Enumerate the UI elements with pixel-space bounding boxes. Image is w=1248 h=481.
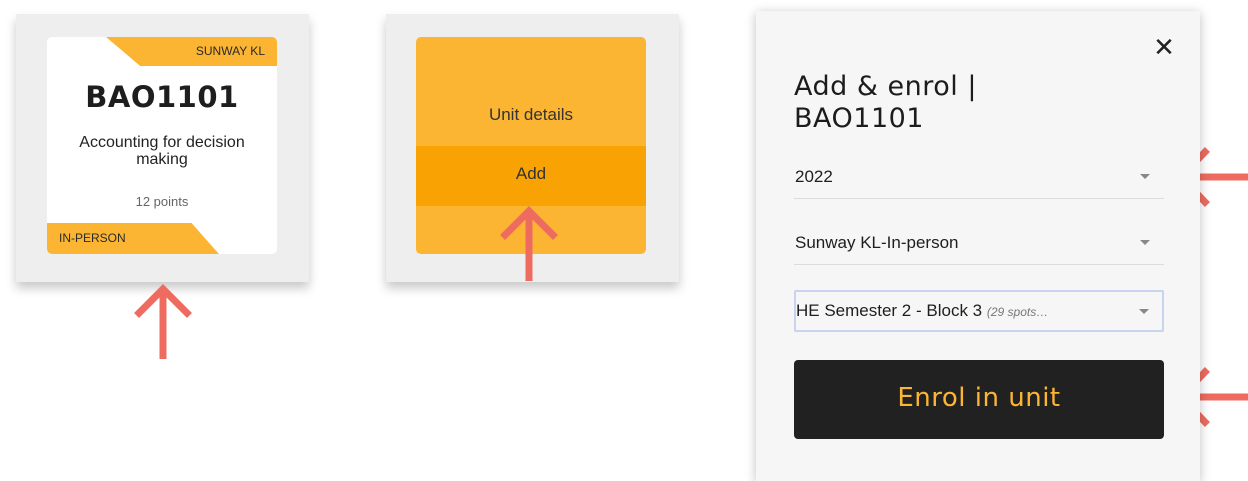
add-enrol-dialog: ✕ Add & enrol | BAO1101 2022 Sunway KL-I… xyxy=(756,11,1200,481)
location-select[interactable]: Sunway KL-In-person xyxy=(794,227,1164,265)
add-menu-item[interactable]: Add xyxy=(416,146,646,206)
unit-card[interactable]: SUNWAY KL BAO1101 Accounting for decisio… xyxy=(47,37,277,254)
arrow-icon xyxy=(134,284,192,359)
dialog-title-line1: Add & enrol | xyxy=(794,71,977,102)
unit-code: BAO1101 xyxy=(85,80,239,114)
chevron-down-icon xyxy=(1140,240,1150,245)
chevron-down-icon xyxy=(1139,309,1149,314)
unit-name: Accounting for decision making xyxy=(79,134,245,168)
chevron-down-icon xyxy=(1140,174,1150,179)
year-select-value: 2022 xyxy=(795,167,833,186)
arrow-icon xyxy=(500,206,558,281)
year-select[interactable]: 2022 xyxy=(794,161,1164,199)
unit-points: 12 points xyxy=(135,194,189,209)
delivery-mode-badge: IN-PERSON xyxy=(47,223,219,254)
unit-details-menu-item[interactable]: Unit details xyxy=(416,93,646,147)
teaching-period-select[interactable]: HE Semester 2 - Block 3 (29 spots… xyxy=(794,290,1164,332)
teaching-period-label: HE Semester 2 - Block 3 xyxy=(796,301,983,320)
teaching-period-select-value: HE Semester 2 - Block 3 (29 spots… xyxy=(796,301,1048,321)
spots-remaining-hint: (29 spots… xyxy=(986,305,1049,319)
close-icon[interactable]: ✕ xyxy=(1151,35,1177,61)
enrol-in-unit-button[interactable]: Enrol in unit xyxy=(794,360,1164,439)
location-select-value: Sunway KL-In-person xyxy=(795,233,959,252)
campus-badge: SUNWAY KL xyxy=(106,37,277,66)
unit-tile-panel: SUNWAY KL BAO1101 Accounting for decisio… xyxy=(16,14,309,282)
dialog-title: Add & enrol | BAO1101 xyxy=(794,71,1094,135)
dialog-title-line2: BAO1101 xyxy=(794,103,924,134)
